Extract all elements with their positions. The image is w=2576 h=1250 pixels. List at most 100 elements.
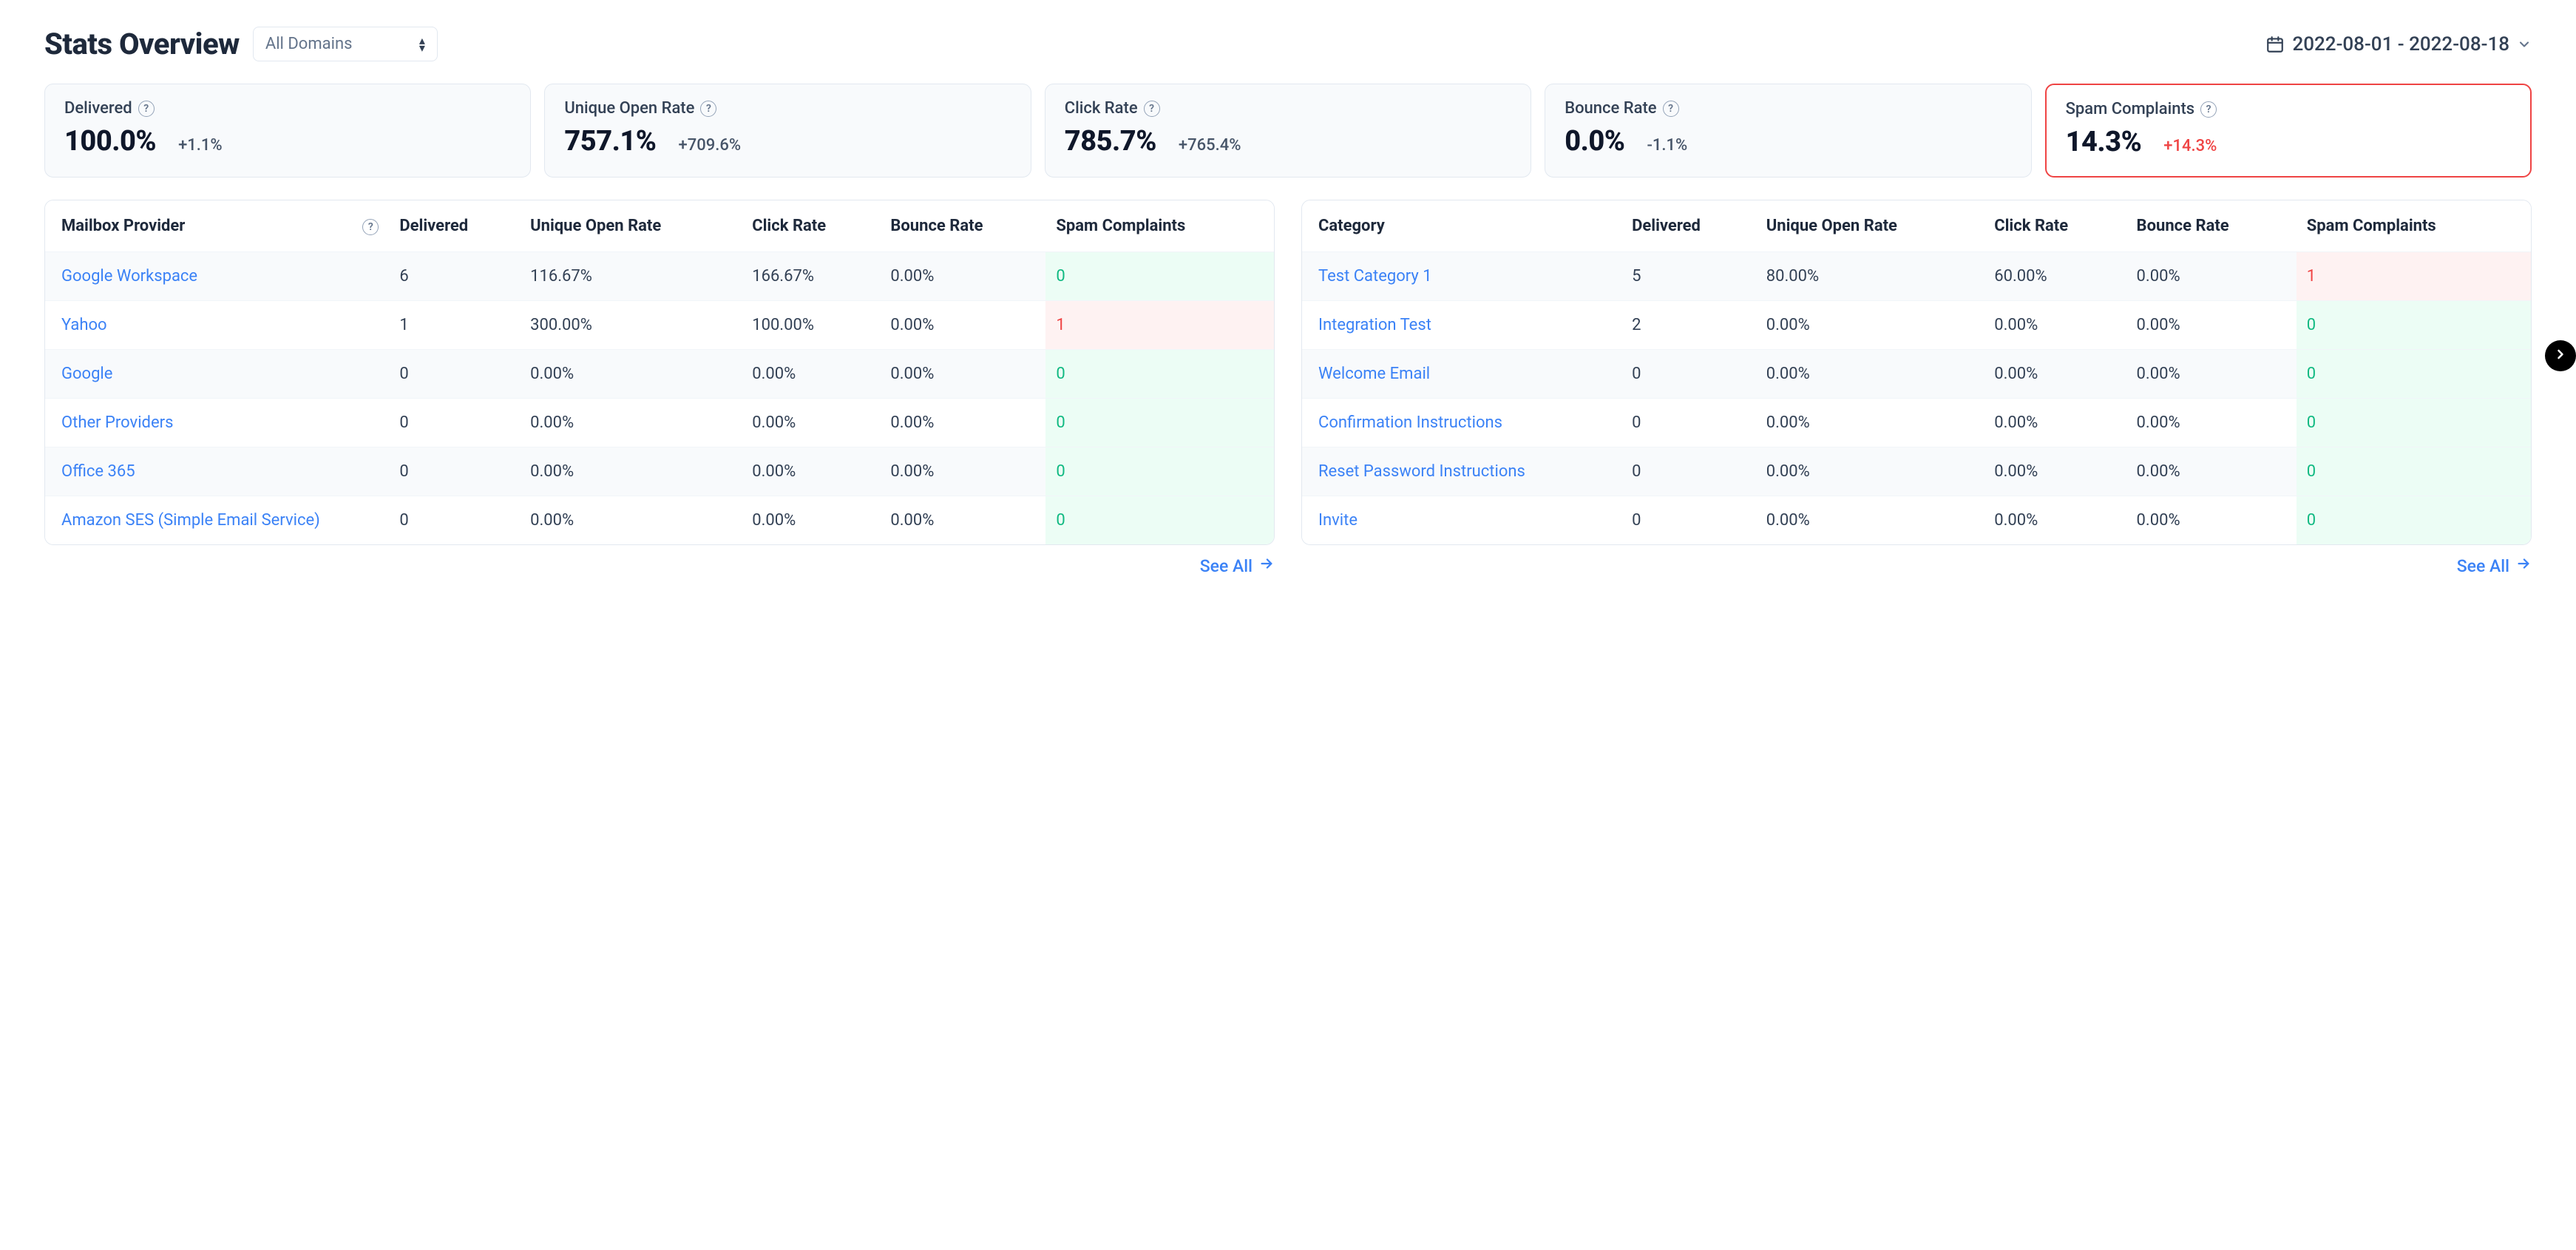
- cell-delivered: 1: [389, 301, 520, 350]
- stat-label: Unique Open Rate: [564, 99, 694, 118]
- date-range-label: 2022-08-01 - 2022-08-18: [2292, 33, 2509, 55]
- row-name-link[interactable]: Confirmation Instructions: [1302, 399, 1621, 447]
- stat-card: Delivered ? 100.0% +1.1%: [44, 84, 531, 178]
- chevron-down-icon: [2517, 37, 2532, 52]
- cell-delivered: 0: [1621, 496, 1756, 545]
- next-page-button[interactable]: [2545, 340, 2576, 371]
- category-table-card: Category Delivered Unique Open Rate Clic…: [1301, 200, 2532, 545]
- cell-delivered: 0: [389, 447, 520, 496]
- cell-click-rate: 0.00%: [1984, 350, 2126, 399]
- provider-table-wrapper: Mailbox Provider ? Delivered Unique Open…: [44, 200, 1275, 576]
- table-row: Confirmation Instructions 0 0.00% 0.00% …: [1302, 399, 2531, 447]
- domain-select-label: All Domains: [265, 35, 353, 53]
- cell-delivered: 6: [389, 252, 520, 301]
- col-header: Mailbox Provider: [61, 217, 185, 235]
- table-row: Office 365 0 0.00% 0.00% 0.00% 0: [45, 447, 1274, 496]
- help-icon[interactable]: ?: [138, 101, 155, 117]
- col-header: Bounce Rate: [2126, 200, 2297, 252]
- table-row: Google Workspace 6 116.67% 166.67% 0.00%…: [45, 252, 1274, 301]
- cell-open-rate: 0.00%: [520, 399, 742, 447]
- cell-open-rate: 116.67%: [520, 252, 742, 301]
- cell-spam: 0: [1045, 496, 1274, 545]
- help-icon[interactable]: ?: [2200, 101, 2217, 118]
- cell-click-rate: 0.00%: [742, 447, 880, 496]
- arrow-right-icon: [1258, 555, 1275, 576]
- row-name-link[interactable]: Welcome Email: [1302, 350, 1621, 399]
- cell-spam: 0: [1045, 447, 1274, 496]
- see-all-label: See All: [1200, 556, 1253, 576]
- table-row: Other Providers 0 0.00% 0.00% 0.00% 0: [45, 399, 1274, 447]
- row-name-link[interactable]: Yahoo: [45, 301, 389, 350]
- cell-click-rate: 166.67%: [742, 252, 880, 301]
- col-header: Click Rate: [742, 200, 880, 252]
- cell-bounce-rate: 0.00%: [880, 301, 1045, 350]
- tables-row: Mailbox Provider ? Delivered Unique Open…: [44, 200, 2532, 576]
- help-icon[interactable]: ?: [1663, 101, 1679, 117]
- row-name-link[interactable]: Google Workspace: [45, 252, 389, 301]
- table-row: Amazon SES (Simple Email Service) 0 0.00…: [45, 496, 1274, 545]
- stat-label: Delivered: [64, 99, 132, 118]
- see-all-link-categories[interactable]: See All: [2457, 555, 2532, 576]
- cell-open-rate: 0.00%: [1756, 350, 1984, 399]
- cell-open-rate: 0.00%: [1756, 447, 1984, 496]
- cell-click-rate: 0.00%: [1984, 447, 2126, 496]
- cell-open-rate: 0.00%: [1756, 301, 1984, 350]
- cell-bounce-rate: 0.00%: [880, 496, 1045, 545]
- stat-delta: +709.6%: [678, 136, 741, 155]
- row-name-link[interactable]: Amazon SES (Simple Email Service): [45, 496, 389, 545]
- cell-spam: 0: [1045, 399, 1274, 447]
- row-name-link[interactable]: Google: [45, 350, 389, 399]
- date-range-picker[interactable]: 2022-08-01 - 2022-08-18: [2265, 33, 2532, 55]
- cell-bounce-rate: 0.00%: [2126, 447, 2297, 496]
- col-header: Delivered: [1621, 200, 1756, 252]
- help-icon[interactable]: ?: [1144, 101, 1160, 117]
- stat-value: 785.7%: [1065, 125, 1156, 158]
- stat-delta: -1.1%: [1647, 136, 1687, 155]
- cell-click-rate: 60.00%: [1984, 252, 2126, 301]
- cell-delivered: 0: [1621, 447, 1756, 496]
- col-header: Bounce Rate: [880, 200, 1045, 252]
- stat-card: Bounce Rate ? 0.0% -1.1%: [1545, 84, 2031, 178]
- col-header: Category: [1302, 200, 1621, 252]
- see-all-label: See All: [2457, 556, 2509, 576]
- cell-click-rate: 0.00%: [742, 350, 880, 399]
- chevron-right-icon: [2553, 347, 2568, 365]
- help-icon[interactable]: ?: [362, 219, 379, 235]
- row-name-link[interactable]: Test Category 1: [1302, 252, 1621, 301]
- row-name-link[interactable]: Other Providers: [45, 399, 389, 447]
- cell-bounce-rate: 0.00%: [880, 399, 1045, 447]
- cell-spam: 0: [2297, 301, 2531, 350]
- see-all-link-providers[interactable]: See All: [1200, 555, 1275, 576]
- stat-value: 14.3%: [2066, 126, 2142, 158]
- cell-click-rate: 0.00%: [742, 496, 880, 545]
- arrow-right-icon: [2515, 555, 2532, 576]
- col-header: Spam Complaints: [2297, 200, 2531, 252]
- cell-open-rate: 0.00%: [520, 447, 742, 496]
- cell-spam: 0: [2297, 399, 2531, 447]
- domain-select[interactable]: All Domains ▴▾: [253, 27, 438, 61]
- cell-click-rate: 100.00%: [742, 301, 880, 350]
- stat-label: Spam Complaints: [2066, 100, 2195, 118]
- stat-value: 100.0%: [64, 125, 156, 158]
- cell-delivered: 2: [1621, 301, 1756, 350]
- col-header: Unique Open Rate: [1756, 200, 1984, 252]
- page-title: Stats Overview: [44, 27, 240, 61]
- header-left: Stats Overview All Domains ▴▾: [44, 27, 438, 61]
- col-header: Click Rate: [1984, 200, 2126, 252]
- table-row: Reset Password Instructions 0 0.00% 0.00…: [1302, 447, 2531, 496]
- cell-bounce-rate: 0.00%: [880, 447, 1045, 496]
- row-name-link[interactable]: Reset Password Instructions: [1302, 447, 1621, 496]
- row-name-link[interactable]: Office 365: [45, 447, 389, 496]
- help-icon[interactable]: ?: [700, 101, 716, 117]
- stat-delta: +765.4%: [1179, 136, 1241, 155]
- cell-delivered: 0: [389, 496, 520, 545]
- row-name-link[interactable]: Invite: [1302, 496, 1621, 545]
- cell-delivered: 5: [1621, 252, 1756, 301]
- stat-cards: Delivered ? 100.0% +1.1% Unique Open Rat…: [44, 84, 2532, 178]
- category-table: Category Delivered Unique Open Rate Clic…: [1302, 200, 2531, 544]
- col-header: Unique Open Rate: [520, 200, 742, 252]
- cell-open-rate: 0.00%: [1756, 496, 1984, 545]
- col-header: Spam Complaints: [1045, 200, 1274, 252]
- stat-delta: +14.3%: [2163, 137, 2217, 155]
- row-name-link[interactable]: Integration Test: [1302, 301, 1621, 350]
